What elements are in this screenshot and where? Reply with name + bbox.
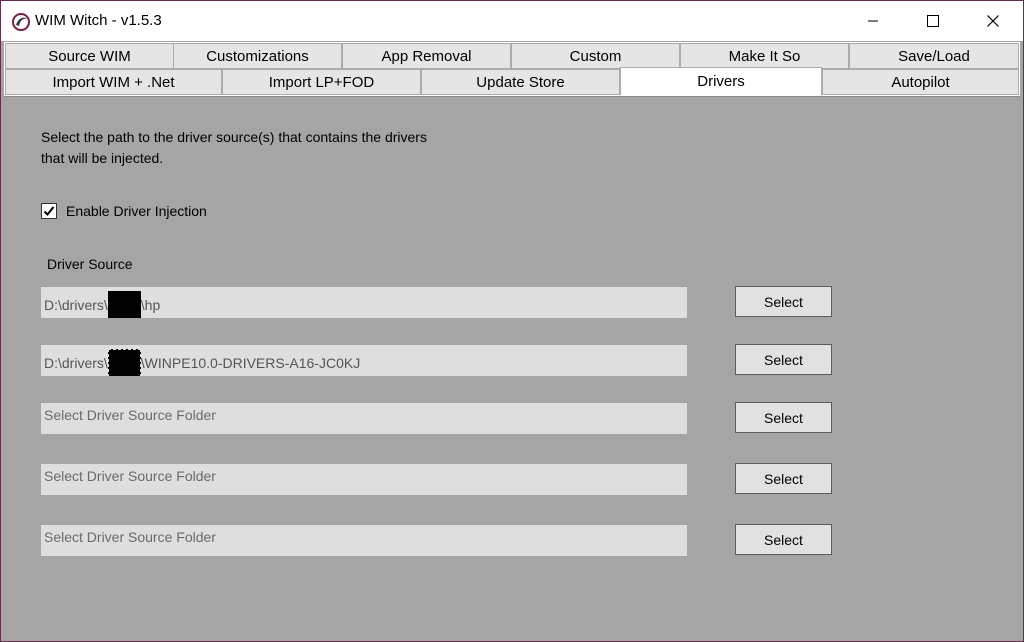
tab-app-removal[interactable]: App Removal <box>342 43 511 69</box>
maximize-button[interactable] <box>903 1 963 41</box>
select-button-5[interactable]: Select <box>735 524 832 555</box>
enable-driver-injection-row[interactable]: Enable Driver Injection <box>41 203 207 219</box>
close-button[interactable] <box>963 1 1023 41</box>
tab-autopilot[interactable]: Autopilot <box>822 69 1019 95</box>
description-line-2: that will be injected. <box>41 150 164 166</box>
checkmark-icon <box>43 206 55 216</box>
window-title: WIM Witch - v1.5.3 <box>35 12 162 29</box>
tab-import-wim-net[interactable]: Import WIM + .Net <box>5 69 222 95</box>
tab-customizations[interactable]: Customizations <box>173 43 342 69</box>
source-1-suffix: \hp <box>140 297 161 313</box>
redacted-block <box>107 291 141 318</box>
redacted-block <box>107 349 141 376</box>
tab-update-store[interactable]: Update Store <box>421 69 620 95</box>
witch-app-icon <box>12 13 30 31</box>
minimize-button[interactable] <box>843 1 903 41</box>
driver-source-field-1[interactable]: D:\drivers\ \hp <box>41 287 687 318</box>
title-bar[interactable]: WIM Witch - v1.5.3 <box>1 1 1023 41</box>
drivers-panel: Select the path to the driver source(s) … <box>4 96 1020 638</box>
select-button-4[interactable]: Select <box>735 463 832 494</box>
source-2-suffix: \WINPE10.0-DRIVERS-A16-JC0KJ <box>140 355 361 371</box>
select-button-3[interactable]: Select <box>735 402 832 433</box>
close-icon <box>987 15 999 27</box>
driver-source-field-4[interactable]: Select Driver Source Folder <box>41 464 687 495</box>
app-window: WIM Witch - v1.5.3 Source WIM Customizat… <box>0 0 1024 642</box>
tab-strip: Source WIM Customizations App Removal Cu… <box>4 42 1020 96</box>
tab-source-wim[interactable]: Source WIM <box>5 43 174 69</box>
source-2-prefix: D:\drivers\ <box>44 355 108 371</box>
maximize-icon <box>927 15 939 27</box>
tab-save-load[interactable]: Save/Load <box>849 43 1019 69</box>
driver-source-label: Driver Source <box>47 256 133 272</box>
tab-make-it-so[interactable]: Make It So <box>680 43 849 69</box>
description-line-1: Select the path to the driver source(s) … <box>41 129 427 145</box>
tab-drivers[interactable]: Drivers <box>620 67 822 96</box>
enable-driver-injection-label: Enable Driver Injection <box>66 203 207 219</box>
drivers-description: Select the path to the driver source(s) … <box>41 127 501 169</box>
driver-source-field-3[interactable]: Select Driver Source Folder <box>41 403 687 434</box>
source-1-prefix: D:\drivers\ <box>44 297 108 313</box>
select-button-1[interactable]: Select <box>735 286 832 317</box>
enable-driver-injection-checkbox[interactable] <box>41 203 57 219</box>
tab-import-lp-fod[interactable]: Import LP+FOD <box>222 69 421 95</box>
select-button-2[interactable]: Select <box>735 344 832 375</box>
minimize-icon <box>868 20 878 22</box>
tab-custom[interactable]: Custom <box>511 43 680 69</box>
driver-source-field-5[interactable]: Select Driver Source Folder <box>41 525 687 556</box>
driver-source-field-2[interactable]: D:\drivers\ \WINPE10.0-DRIVERS-A16-JC0KJ <box>41 345 687 376</box>
